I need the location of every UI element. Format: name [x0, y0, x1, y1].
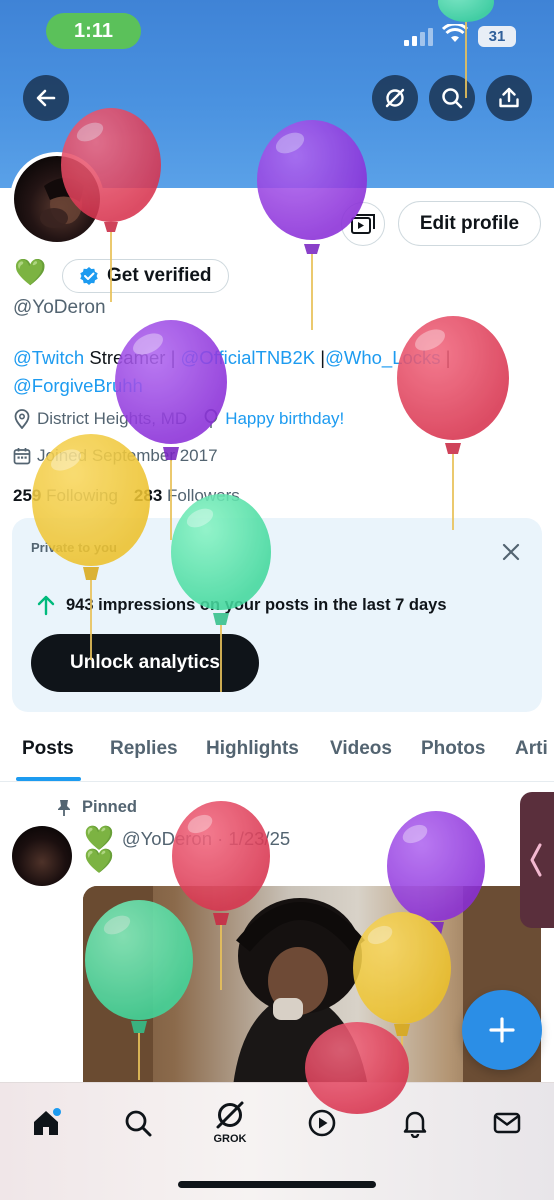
share-button[interactable]: [486, 75, 532, 121]
profile-bio: @Twitch Streamer | @OfficialTNB2K |@Who_…: [13, 344, 513, 400]
tab-highlights[interactable]: Highlights: [206, 738, 299, 760]
cellular-signal-icon: [404, 28, 433, 46]
bell-icon: [403, 1111, 427, 1138]
post-avatar[interactable]: [12, 826, 72, 886]
side-drawer-handle[interactable]: [520, 792, 554, 928]
following-label: Following: [46, 486, 118, 505]
bio-mention-twitch[interactable]: @Twitch: [13, 347, 84, 368]
media-button[interactable]: [341, 202, 385, 246]
status-bar: 1:11 31: [0, 0, 554, 60]
balloon-icon: [204, 409, 218, 428]
media-icon: [351, 214, 375, 234]
following-link[interactable]: 259 Following: [13, 486, 118, 506]
search-icon: [125, 1110, 152, 1137]
nav-notifications[interactable]: [393, 1101, 437, 1145]
bio-text: |: [315, 347, 326, 368]
arrow-left-icon: [36, 89, 56, 107]
birthday-link[interactable]: Happy birthday!: [225, 409, 344, 429]
wifi-icon: [442, 24, 468, 42]
post-meta[interactable]: @YoDeron · 1/23/25: [122, 828, 290, 850]
nav-video[interactable]: [300, 1101, 344, 1145]
profile-avatar[interactable]: [10, 152, 104, 246]
grok-icon: [216, 1101, 244, 1128]
tab-articles[interactable]: Arti: [515, 738, 548, 760]
tab-photos[interactable]: Photos: [421, 738, 485, 760]
active-tab-indicator: [16, 777, 81, 781]
close-icon[interactable]: [500, 541, 522, 563]
unlock-analytics-button[interactable]: Unlock analytics: [31, 634, 259, 692]
grok-label: GROK: [213, 1132, 247, 1145]
following-count: 259: [13, 486, 42, 505]
location-pin-icon: [14, 409, 30, 429]
pinned-label-row: Pinned: [56, 798, 137, 817]
search-button[interactable]: [429, 75, 475, 121]
compose-post-button[interactable]: [462, 990, 542, 1070]
analytics-card: Private to you 943 impressions on your p…: [12, 518, 542, 712]
chevron-left-icon: [530, 843, 542, 877]
mail-icon: [493, 1112, 521, 1134]
location-text: District Heights, MD: [37, 409, 188, 428]
plus-icon: [489, 1017, 515, 1043]
impressions-text: 943 impressions on your posts in the las…: [66, 595, 447, 614]
edit-profile-button[interactable]: Edit profile: [398, 201, 541, 246]
pinned-text: Pinned: [82, 798, 138, 816]
post-text: 💚: [84, 848, 114, 875]
get-verified-button[interactable]: Get verified: [62, 259, 229, 293]
back-button[interactable]: [23, 75, 69, 121]
play-circle-icon: [308, 1109, 336, 1137]
bio-text: |: [440, 347, 451, 368]
nav-grok[interactable]: GROK: [208, 1095, 252, 1147]
pin-icon: [58, 799, 70, 816]
followers-link[interactable]: 283 Followers: [134, 486, 240, 506]
grok-icon: [385, 88, 405, 108]
status-time: 1:11: [46, 13, 141, 49]
private-label: Private to you: [31, 540, 117, 555]
grok-button[interactable]: [372, 75, 418, 121]
home-icon: [34, 1108, 61, 1135]
tab-replies[interactable]: Replies: [110, 738, 178, 760]
bio-mention-who-locks[interactable]: @Who_Locks: [325, 347, 440, 368]
joined-text: Joined September 2017: [37, 446, 218, 465]
nav-messages[interactable]: [485, 1101, 529, 1145]
arrow-up-icon: [37, 595, 55, 616]
avatar-photo: [40, 178, 84, 228]
bio-text: Streamer |: [84, 347, 181, 368]
post-header: 💚 @YoDeron · 1/23/25: [84, 824, 290, 853]
search-icon: [442, 88, 463, 109]
get-verified-label: Get verified: [107, 265, 212, 286]
nav-search[interactable]: [116, 1101, 160, 1145]
tab-videos[interactable]: Videos: [330, 738, 392, 760]
followers-count: 283: [133, 486, 163, 505]
calendar-icon: [13, 448, 31, 465]
profile-meta-joined: Joined September 2017: [13, 446, 218, 466]
verified-badge-icon: [80, 267, 98, 285]
bio-mention-forgivebruhh[interactable]: @ForgiveBruhh: [13, 375, 143, 396]
follow-counts: 259 Following 283 Followers: [13, 486, 240, 506]
profile-handle: @YoDeron: [13, 297, 106, 318]
battery-indicator: 31: [478, 26, 516, 47]
share-icon: [499, 87, 519, 108]
bio-mention-officialtnb2k[interactable]: @OfficialTNB2K: [181, 347, 316, 368]
tab-posts[interactable]: Posts: [22, 738, 74, 760]
status-emoji: 💚: [14, 257, 47, 287]
home-indicator: [178, 1181, 376, 1188]
followers-label: Followers: [167, 486, 240, 505]
nav-home[interactable]: [24, 1101, 68, 1145]
impressions-row: 943 impressions on your posts in the las…: [36, 594, 447, 616]
profile-tabs: Posts Replies Highlights Videos Photos A…: [0, 720, 554, 782]
profile-meta-location: District Heights, MD Happy birthday!: [13, 409, 344, 429]
